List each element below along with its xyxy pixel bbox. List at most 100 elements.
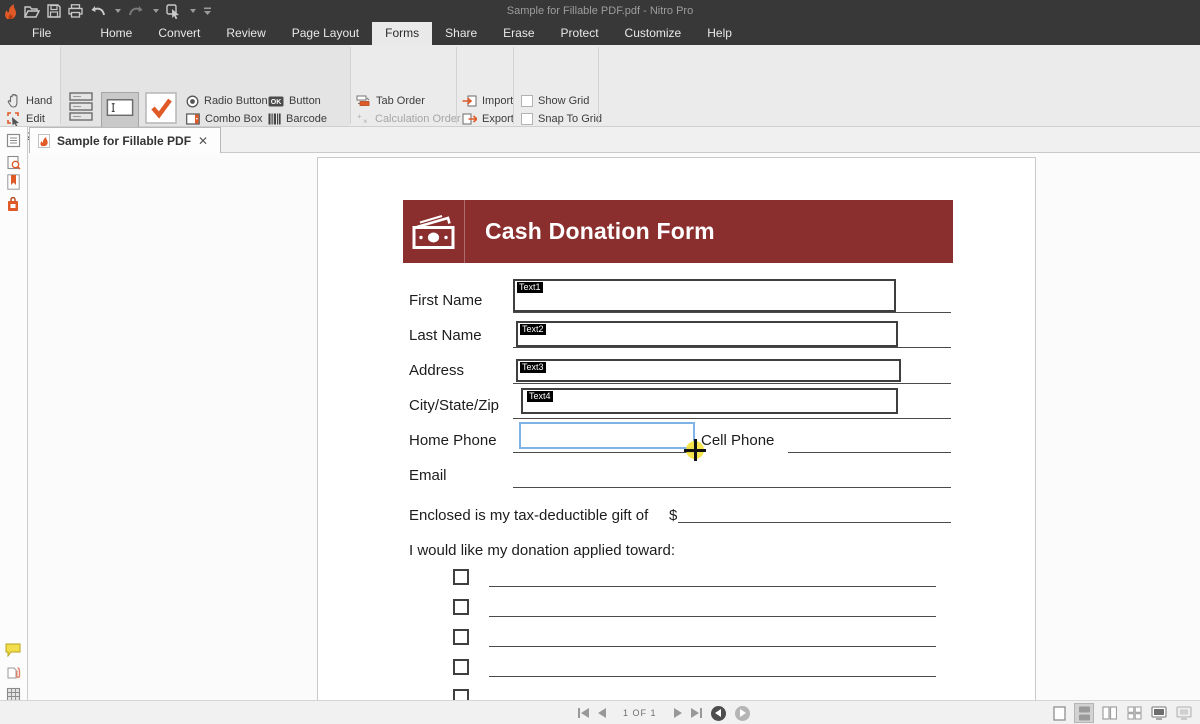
form-line (513, 452, 695, 453)
combo-box-label: Combo Box (205, 113, 262, 125)
donation-checkbox-1[interactable] (453, 569, 469, 585)
snap-to-grid-checkbox[interactable]: Snap To Grid (521, 112, 602, 126)
form-line (513, 418, 951, 419)
form-line (678, 522, 951, 523)
view-history-forward-button[interactable] (735, 706, 750, 721)
multi-page-view-icon[interactable] (1124, 703, 1144, 723)
barcode-tool[interactable]: Barcode (268, 112, 327, 126)
svg-text:×: × (363, 117, 368, 125)
pages-icon[interactable] (4, 131, 22, 149)
cash-icon (411, 213, 457, 251)
donation-checkbox-4[interactable] (453, 659, 469, 675)
comment-icon[interactable] (4, 641, 22, 659)
pdf-page[interactable]: Cash Donation Form First Name Last Name … (317, 157, 1036, 700)
ok-button-icon: OK (268, 96, 284, 107)
form-line (513, 383, 951, 384)
bookmark-icon[interactable] (4, 173, 22, 191)
field-name-chip: Text2 (520, 324, 546, 335)
form-line (489, 616, 936, 617)
banner-icon-cell (403, 200, 465, 263)
text-field-text3[interactable]: Text3 (516, 359, 901, 382)
nitro-file-icon (38, 134, 50, 148)
combo-box-icon (186, 113, 200, 125)
last-page-button[interactable] (691, 708, 702, 718)
tab-file[interactable]: File (14, 22, 69, 45)
label-home-phone: Home Phone (409, 432, 497, 449)
tab-review[interactable]: Review (213, 22, 278, 45)
tab-page-layout[interactable]: Page Layout (279, 22, 372, 45)
ribbon-separator (513, 47, 514, 124)
import-label: Import (482, 95, 513, 107)
tab-order-icon (356, 95, 371, 107)
text-field-text1[interactable]: Text1 (513, 279, 896, 312)
tab-order-button[interactable]: Tab Order (356, 94, 425, 108)
ribbon-forms: Hand Edit Zoom Select Fields Text Field … (0, 45, 1200, 127)
text-field-being-drawn[interactable] (519, 422, 695, 449)
label-city-state-zip: City/State/Zip (409, 397, 499, 414)
donation-checkbox-5[interactable] (453, 689, 469, 700)
form-line (788, 452, 951, 453)
previous-page-button[interactable] (598, 708, 606, 718)
edit-tool-label: Edit (26, 113, 45, 125)
calculation-order-icon: +× (356, 113, 370, 125)
currency-symbol: $ (669, 507, 677, 524)
show-grid-checkbox-box[interactable] (521, 95, 533, 107)
title-bar: Sample for Fillable PDF.pdf - Nitro Pro (0, 0, 1200, 22)
snap-to-grid-label: Snap To Grid (538, 113, 602, 125)
label-first-name: First Name (409, 292, 482, 309)
tab-help[interactable]: Help (694, 22, 745, 45)
full-screen-view-icon[interactable] (1149, 703, 1169, 723)
combo-box-tool[interactable]: Combo Box (186, 112, 262, 126)
tab-share[interactable]: Share (432, 22, 490, 45)
attachment-icon[interactable] (4, 663, 22, 681)
export-label: Export (482, 113, 514, 125)
ribbon-tab-bar: File Home Convert Review Page Layout For… (0, 22, 1200, 45)
export-icon (462, 113, 477, 125)
document-canvas[interactable]: Cash Donation Form First Name Last Name … (29, 153, 1200, 700)
next-page-button[interactable] (674, 708, 682, 718)
first-page-button[interactable] (578, 708, 589, 718)
ribbon-separator (598, 47, 599, 124)
continuous-view-icon[interactable] (1074, 703, 1094, 723)
close-tab-icon[interactable]: ✕ (198, 135, 208, 147)
calculation-order-label: Calculation Order (375, 113, 461, 125)
full-screen-alt-view-icon[interactable] (1174, 703, 1194, 723)
page-search-icon[interactable] (4, 153, 22, 171)
hand-icon (7, 94, 21, 108)
edit-tool-button[interactable]: Edit (7, 112, 45, 126)
tab-erase[interactable]: Erase (490, 22, 547, 45)
import-icon (462, 95, 477, 107)
field-name-chip: Text1 (517, 282, 543, 293)
donation-checkbox-3[interactable] (453, 629, 469, 645)
document-tab-title: Sample for Fillable PDF (57, 134, 191, 148)
svg-text:OK: OK (271, 99, 282, 106)
single-page-view-icon[interactable] (1049, 703, 1069, 723)
tab-forms[interactable]: Forms (372, 22, 432, 45)
view-history-back-button[interactable] (711, 706, 726, 721)
form-line (489, 676, 936, 677)
text-field-text4[interactable]: Text4 (521, 388, 898, 414)
tag-icon[interactable] (4, 195, 22, 213)
tab-customize[interactable]: Customize (612, 22, 695, 45)
label-last-name: Last Name (409, 327, 482, 344)
radio-button-tool[interactable]: Radio Button (186, 94, 268, 108)
form-title: Cash Donation Form (465, 218, 715, 245)
ribbon-separator (456, 47, 457, 124)
facing-pages-view-icon[interactable] (1099, 703, 1119, 723)
tab-home[interactable]: Home (87, 22, 145, 45)
button-tool[interactable]: OK Button (268, 94, 321, 108)
text-field-text2[interactable]: Text2 (516, 321, 898, 347)
hand-tool-button[interactable]: Hand (7, 94, 52, 108)
form-line (489, 586, 936, 587)
window-title: Sample for Fillable PDF.pdf - Nitro Pro (0, 0, 1200, 22)
status-bar: 1 OF 1 (0, 700, 1200, 724)
show-grid-checkbox[interactable]: Show Grid (521, 94, 589, 108)
document-tab[interactable]: Sample for Fillable PDF ✕ (29, 127, 221, 153)
export-form-data-button[interactable]: Export (462, 112, 514, 126)
snap-to-grid-checkbox-box[interactable] (521, 113, 533, 125)
donation-checkbox-2[interactable] (453, 599, 469, 615)
view-mode-switcher (1049, 701, 1194, 724)
import-form-data-button[interactable]: Import (462, 94, 513, 108)
tab-convert[interactable]: Convert (145, 22, 213, 45)
tab-protect[interactable]: Protect (548, 22, 612, 45)
